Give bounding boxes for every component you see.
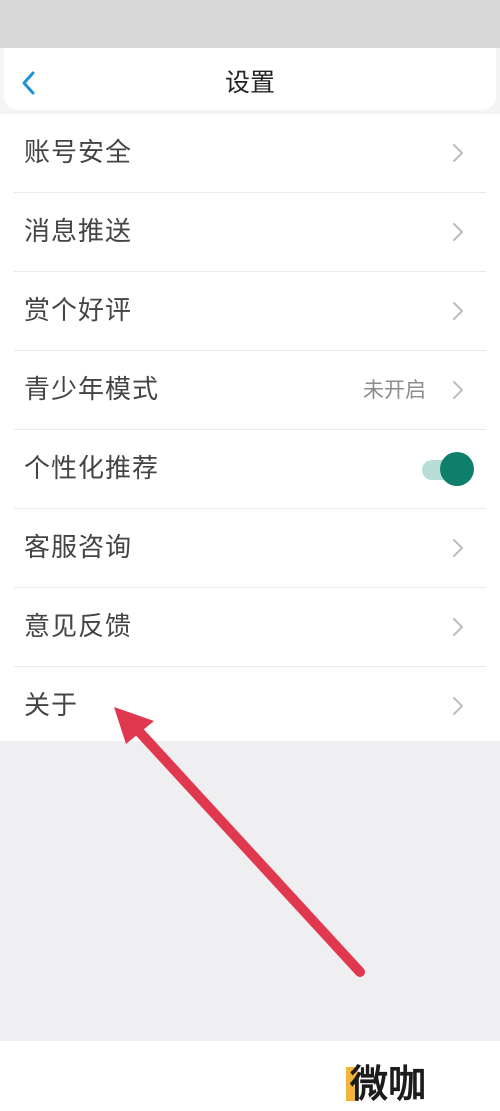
toggle-knob [440,452,474,486]
nav-card: 设置 [4,48,496,110]
settings-item-label: 消息推送 [24,217,133,247]
settings-item-label: 青少年模式 [24,375,160,405]
status-bar [0,0,500,48]
settings-item-account-security[interactable]: 账号安全 [14,114,486,193]
footer: 微咖 [0,1041,500,1111]
settings-item-label: 个性化推荐 [24,454,160,484]
settings-item-label: 客服咨询 [24,533,133,563]
settings-item-about[interactable]: 关于 [14,667,486,745]
chevron-right-icon [453,539,463,557]
settings-item-personalized-recommendation: 个性化推荐 [14,430,486,509]
chevron-right-icon [453,618,463,636]
watermark-logo: 微咖 [346,1059,458,1109]
settings-item-label: 账号安全 [24,138,133,168]
personalized-recommendation-toggle[interactable] [422,452,474,486]
nav-bar: 设置 [0,48,500,114]
chevron-right-icon [453,144,463,162]
settings-item-feedback[interactable]: 意见反馈 [14,588,486,667]
chevron-right-icon [453,381,463,399]
settings-item-label: 赏个好评 [24,296,133,326]
watermark-text: 微咖 [350,1062,427,1106]
settings-item-teen-mode[interactable]: 青少年模式 未开启 [14,351,486,430]
settings-item-customer-service[interactable]: 客服咨询 [14,509,486,588]
chevron-right-icon [453,302,463,320]
empty-background-area [0,741,500,1041]
chevron-right-icon [453,223,463,241]
settings-item-push-notifications[interactable]: 消息推送 [14,193,486,272]
page-title: 设置 [224,68,275,97]
chevron-right-icon [453,697,463,715]
settings-item-label: 关于 [24,691,79,721]
settings-list: 账号安全 消息推送 赏个好评 青少年模式 未开启 个性化推荐 客服咨询 意见反馈… [0,114,500,741]
settings-item-rate-app[interactable]: 赏个好评 [14,272,486,351]
teen-mode-status: 未开启 [363,378,426,402]
settings-item-label: 意见反馈 [24,612,133,642]
